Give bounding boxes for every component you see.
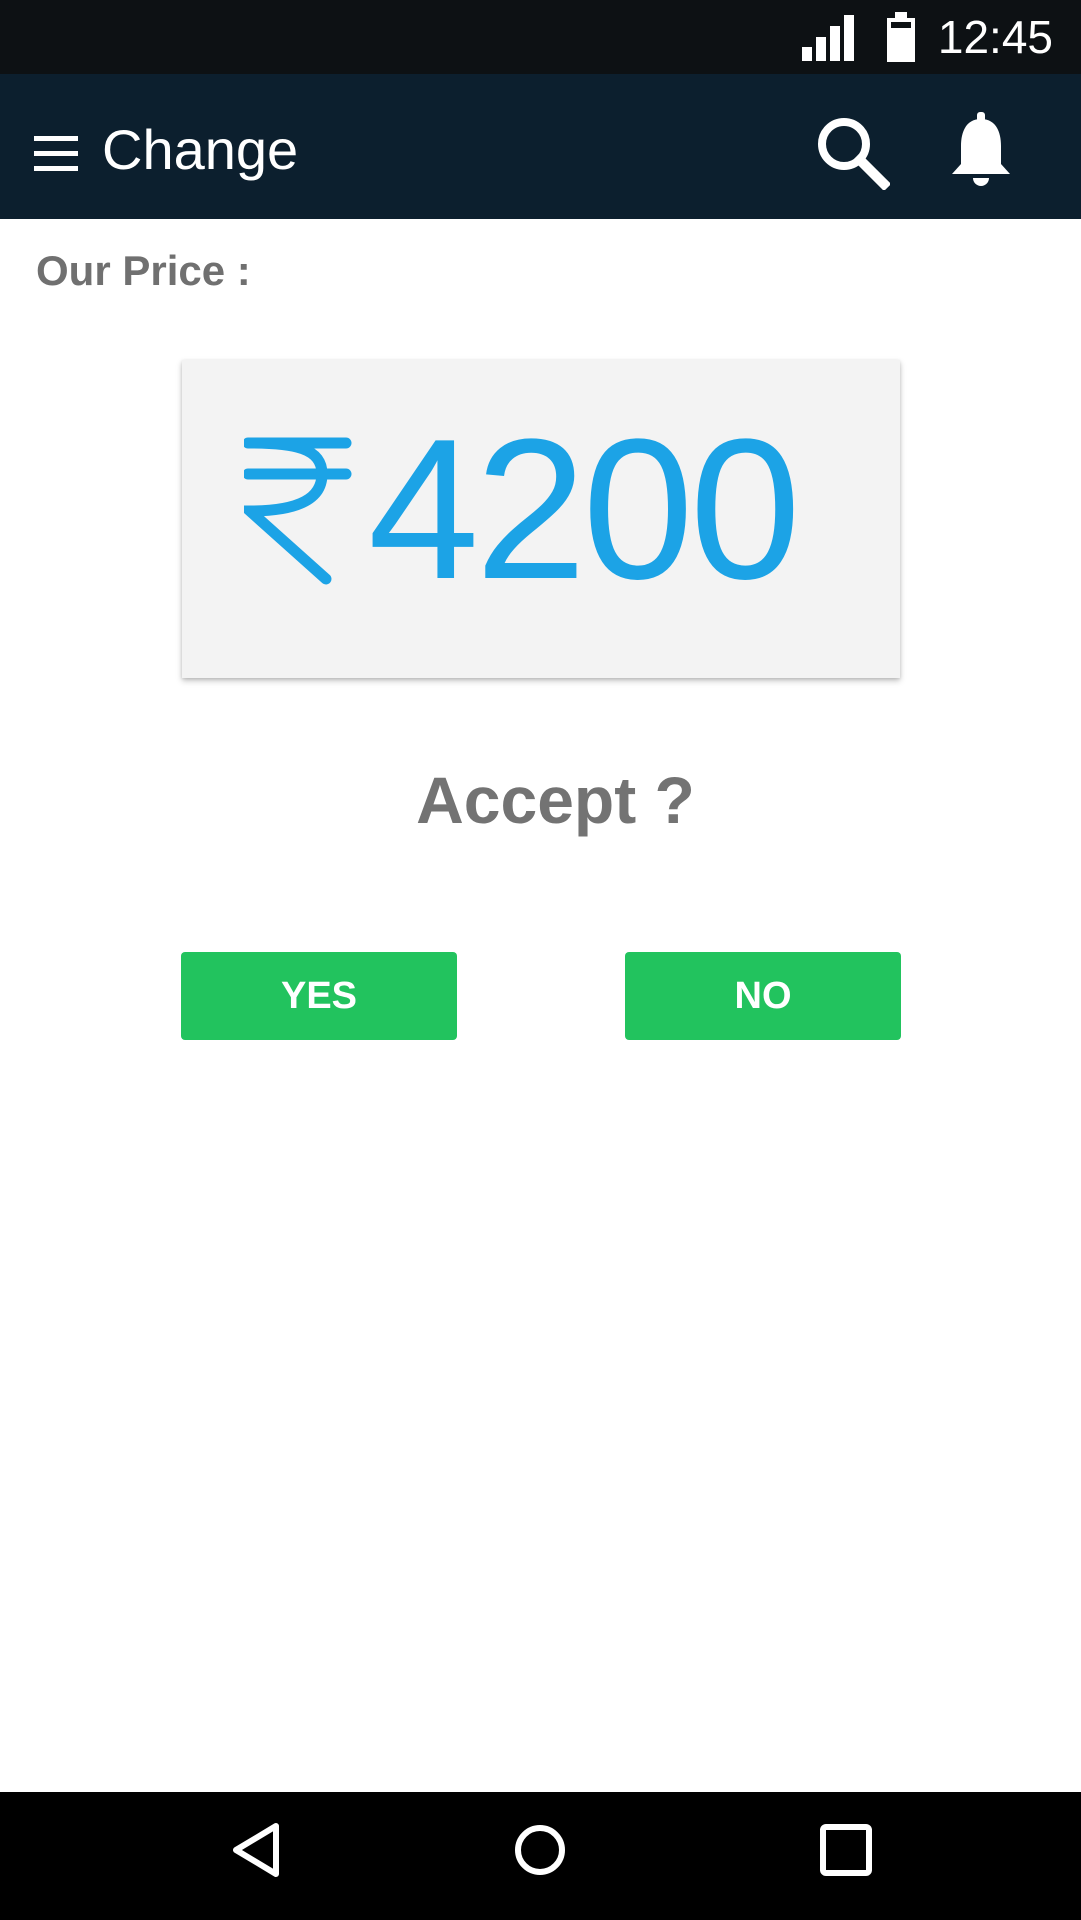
- no-button[interactable]: NO: [625, 952, 901, 1040]
- bell-icon[interactable]: [948, 112, 1014, 190]
- our-price-label: Our Price :: [36, 247, 251, 294]
- accept-question: Accept ?: [416, 763, 695, 837]
- search-icon[interactable]: [814, 114, 890, 190]
- price-card: 4200: [182, 360, 900, 678]
- price-value: 4200: [368, 398, 801, 621]
- status-bar: 12:45: [0, 0, 1081, 74]
- status-time: 12:45: [937, 11, 1053, 63]
- recents-icon[interactable]: [818, 1822, 874, 1878]
- battery-icon: [887, 12, 915, 62]
- signal-icon: [802, 15, 854, 61]
- yes-button[interactable]: YES: [181, 952, 457, 1040]
- menu-icon[interactable]: [34, 132, 78, 176]
- home-icon[interactable]: [512, 1822, 568, 1878]
- back-icon[interactable]: [228, 1822, 284, 1878]
- rupee-icon: [244, 437, 352, 585]
- app-title: Change: [102, 118, 299, 181]
